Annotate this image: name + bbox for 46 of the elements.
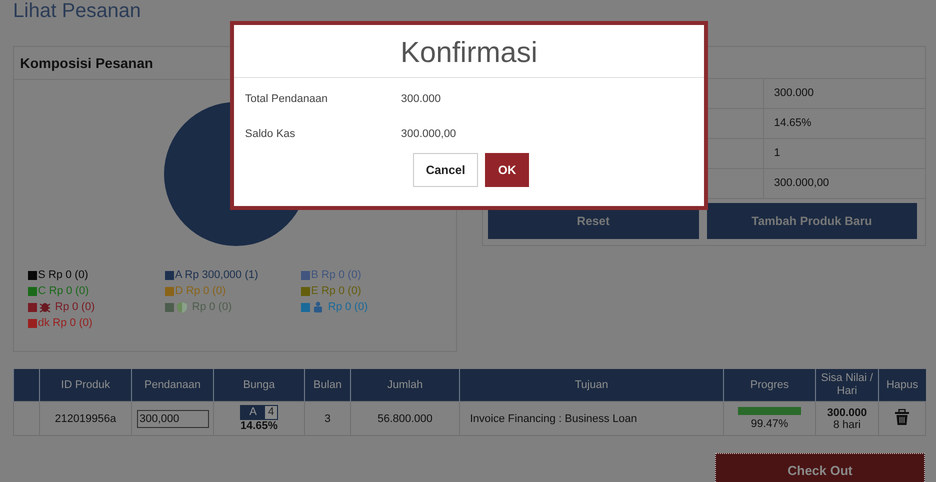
trash-icon[interactable] [895,409,909,425]
column-header: Jumlah [350,369,460,402]
legend-label: B Rp 0 (0) [311,268,362,282]
legend-label: D Rp 0 (0) [175,284,226,298]
column-header: ID Produk [40,369,132,402]
summary-value: 14.65% [763,109,925,138]
add-product-button[interactable]: Tambah Produk Baru [706,203,917,239]
cancel-button[interactable]: Cancel [412,153,478,187]
column-header: Bunga [214,369,304,402]
field-label: Saldo Kas [245,127,296,141]
page-title: Lihat Pesanan [13,1,142,21]
column-header: Tujuan [460,369,724,402]
remaining-days: 8 hari [816,418,878,430]
legend-label: Rp 0 (0) [55,300,95,314]
legend-label: A Rp 300,000 (1) [175,268,258,282]
table-cell: 56.800.000 [350,402,460,436]
bug-icon [39,303,51,313]
column-header: Bulan [304,369,350,402]
legend-label: E Rp 0 (0) [311,284,362,298]
column-header: Pendanaan [132,369,214,402]
interest-rate: 14.65% [239,420,279,432]
summary-value: 300.000,00 [763,169,925,198]
table-cell: Invoice Financing : Business Loan [460,402,724,436]
table-cell: 3 [304,402,350,436]
grade-badge: A 4 [240,405,278,420]
table-cell: 212019956a [40,402,132,436]
field-value: 300.000,00 [401,127,458,141]
shield-icon [177,302,187,313]
column-header: Sisa Nilai / Hari [816,369,878,402]
summary-value: 1 [763,139,925,168]
field-label: Total Pendanaan [245,92,329,106]
checkout-button[interactable]: Check Out [715,453,925,482]
summary-value: 300.000 [763,79,925,108]
amount-input[interactable]: 300,000 [136,410,208,428]
ok-button[interactable]: OK [485,153,530,187]
field-value: 300.000 [401,92,442,106]
column-header: Hapus [878,369,926,402]
dialog-title: Konfirmasi [234,25,704,78]
remaining-value: 300.000 [826,406,868,418]
progress-reading: 99.47% [750,418,790,430]
legend-label: C Rp 0 (0) [38,284,89,298]
legend-label: Rp 0 (0) [328,300,368,314]
column-header: Progres [724,369,816,402]
legend-label: S Rp 0 (0) [38,268,88,282]
legend-label: dk Rp 0 (0) [38,316,92,330]
table-header [14,369,40,402]
